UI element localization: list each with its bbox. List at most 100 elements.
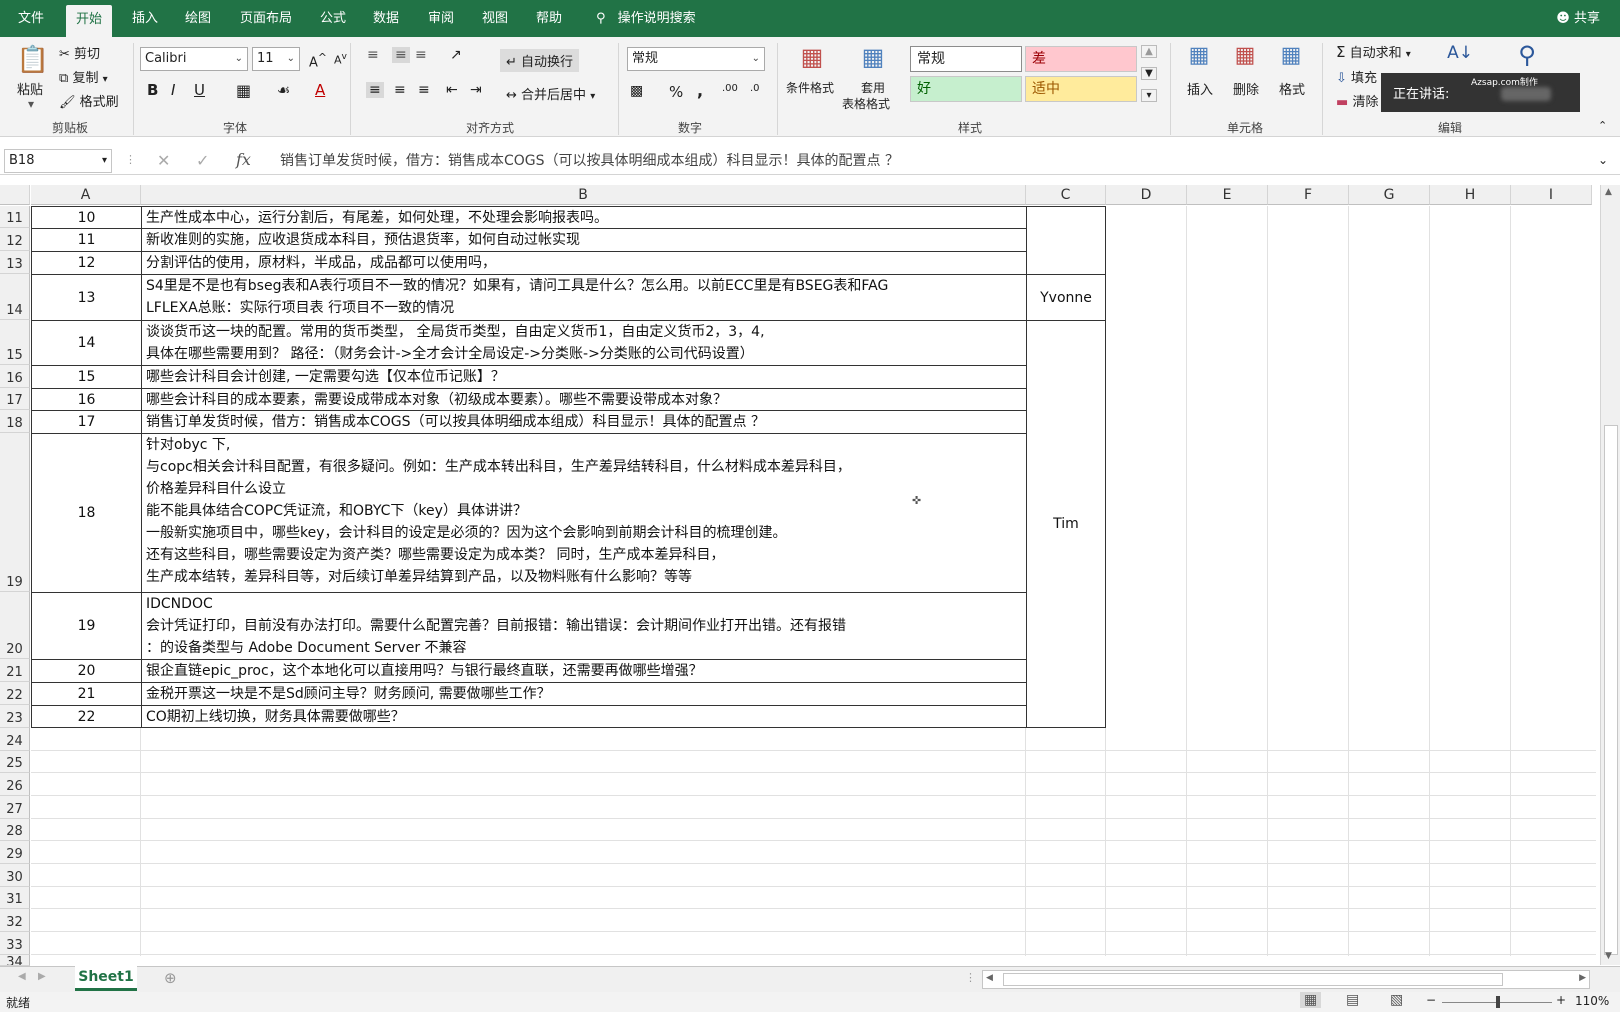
decrease-decimal-icon[interactable]: .0 <box>750 83 760 94</box>
tab-home[interactable]: 开始 <box>66 5 113 37</box>
italic-button[interactable]: I <box>171 81 175 99</box>
column-header-i[interactable]: I <box>1511 185 1592 205</box>
paste-dropdown[interactable]: ▾ <box>28 97 34 111</box>
decrease-indent-icon[interactable]: ⇤ <box>446 82 458 98</box>
cell-a11[interactable]: 10 <box>32 207 142 229</box>
increase-indent-icon[interactable]: ⇥ <box>470 82 482 98</box>
row-header-14[interactable]: 14 <box>0 274 30 320</box>
scroll-up-icon[interactable]: ▲ <box>1605 187 1612 197</box>
cell-b19[interactable]: 针对obyc 下, 与copc相关会计科目配置，有很多疑问。例如：生产成本转出科… <box>142 434 1027 593</box>
cell-b22[interactable]: 金税开票这一块是不是Sd顾问主导？财务顾问, 需要做哪些工作？ <box>142 683 1027 706</box>
currency-icon[interactable]: ▩ <box>630 83 643 99</box>
cell-a14[interactable]: 13 <box>32 275 142 321</box>
scroll-down-icon[interactable]: ▼ <box>1605 951 1612 961</box>
row-header-18[interactable]: 18 <box>0 410 30 433</box>
fill-button[interactable]: ⇩ 填充 <box>1336 67 1377 86</box>
column-header-h[interactable]: H <box>1430 185 1511 205</box>
row-header-17[interactable]: 17 <box>0 388 30 410</box>
format-painter-button[interactable]: 🖌 格式刷 <box>59 91 119 110</box>
percent-button[interactable]: % <box>669 83 683 101</box>
cell-a17[interactable]: 16 <box>32 389 142 411</box>
page-layout-icon[interactable]: ▤ <box>1346 992 1359 1008</box>
cell-a21[interactable]: 20 <box>32 660 142 683</box>
prev-sheet-icon[interactable]: ◀ <box>18 971 26 982</box>
merge-center-button[interactable]: ↔ 合并后居中 ▾ <box>506 84 595 103</box>
tab-page-layout[interactable]: 页面布局 <box>230 0 302 37</box>
row-header-11[interactable]: 11 <box>0 206 30 228</box>
conditional-format-icon[interactable]: ▦ <box>795 43 829 75</box>
cell-a20[interactable]: 19 <box>32 593 142 660</box>
row-header-27[interactable]: 27 <box>0 796 30 819</box>
collapse-ribbon-icon[interactable]: ⌃ <box>1598 119 1607 132</box>
row-header-29[interactable]: 29 <box>0 841 30 864</box>
row-header-25[interactable]: 25 <box>0 751 30 773</box>
copy-button[interactable]: ⧉ 复制 ▾ <box>59 67 108 86</box>
row-header-26[interactable]: 26 <box>0 773 30 796</box>
tab-insert[interactable]: 插入 <box>122 0 168 37</box>
cell-a15[interactable]: 14 <box>32 321 142 366</box>
cell-a13[interactable]: 12 <box>32 252 142 275</box>
column-header-e[interactable]: E <box>1187 185 1268 205</box>
format-as-table-label-2[interactable]: 表格格式 <box>842 95 890 112</box>
increase-decimal-icon[interactable]: .00 <box>722 83 738 94</box>
shrink-font-button[interactable]: Av <box>334 51 347 67</box>
row-header-15[interactable]: 15 <box>0 320 30 365</box>
column-header-b[interactable]: B <box>141 185 1026 205</box>
formula-input[interactable]: 销售订单发货时候，借方：销售成本COGS（可以按具体明细成本组成）科目显示！具体… <box>280 147 899 175</box>
cell-a23[interactable]: 22 <box>32 706 142 727</box>
row-header-24[interactable]: 24 <box>0 728 30 751</box>
cut-button[interactable]: ✂ 剪切 <box>59 43 100 62</box>
next-sheet-icon[interactable]: ▶ <box>38 971 46 982</box>
row-header-33[interactable]: 33 <box>0 932 30 955</box>
grow-font-button[interactable]: A^ <box>309 51 327 70</box>
zoom-level[interactable]: 110% <box>1575 994 1609 1008</box>
cell-b18[interactable]: 销售订单发货时候，借方：销售成本COGS（可以按具体明细成本组成）科目显示！具体… <box>142 411 1027 434</box>
delete-cells-icon[interactable]: ▦ <box>1229 43 1261 75</box>
align-right-icon[interactable]: ≡ <box>418 82 430 98</box>
cell-c15-23[interactable]: Tim <box>1027 321 1105 727</box>
sheet-tab-sheet1[interactable]: Sheet1 <box>75 966 137 991</box>
row-header-28[interactable]: 28 <box>0 819 30 841</box>
format-cells-icon[interactable]: ▦ <box>1275 43 1307 75</box>
share-button[interactable]: ☻ 共享 <box>1556 0 1600 37</box>
cell-b20[interactable]: IDCNDOC 会计凭证打印，目前没有办法打印。需要什么配置完善？目前报错：输出… <box>142 593 1027 660</box>
sort-filter-icon[interactable]: A↓ <box>1445 43 1475 69</box>
styles-scroll-down[interactable]: ▼ <box>1141 67 1157 80</box>
format-as-table-label-1[interactable]: 套用 <box>861 79 885 96</box>
format-cells-button[interactable]: 格式 <box>1279 79 1305 98</box>
row-header-16[interactable]: 16 <box>0 365 30 388</box>
cell-a18[interactable]: 17 <box>32 411 142 434</box>
select-all-corner[interactable] <box>0 185 30 205</box>
style-neutral[interactable]: 适中 <box>1025 76 1137 102</box>
zoom-slider-thumb[interactable] <box>1496 996 1500 1008</box>
tab-formulas[interactable]: 公式 <box>310 0 356 37</box>
tab-view[interactable]: 视图 <box>472 0 518 37</box>
align-middle-icon[interactable]: ≡ <box>392 47 410 63</box>
cell-b13[interactable]: 分割评估的使用，原材料，半成品，成品都可以使用吗， <box>142 252 1027 275</box>
vertical-scroll-thumb[interactable] <box>1604 425 1618 955</box>
bold-button[interactable]: B <box>147 81 158 99</box>
row-header-34[interactable]: 34 <box>0 955 30 966</box>
styles-more[interactable]: ▾ <box>1141 89 1157 102</box>
cell-b23[interactable]: CO期初上线切换，财务具体需要做哪些？ <box>142 706 1027 727</box>
tab-help[interactable]: 帮助 <box>526 0 572 37</box>
row-header-13[interactable]: 13 <box>0 251 30 274</box>
cell-b14[interactable]: S4里是不是也有bseg表和A表行项目不一致的情况？如果有，请问工具是什么？怎么… <box>142 275 1027 321</box>
cell-a19[interactable]: 18 <box>32 434 142 593</box>
cell-a22[interactable]: 21 <box>32 683 142 706</box>
normal-view-icon[interactable]: ▦ <box>1300 992 1322 1008</box>
autosum-button[interactable]: Σ 自动求和 ▾ <box>1336 42 1411 61</box>
cell-a12[interactable]: 11 <box>32 229 142 252</box>
zoom-in-icon[interactable]: + <box>1556 993 1566 1007</box>
find-select-icon[interactable]: ⚲ <box>1512 41 1542 71</box>
cell-b17[interactable]: 哪些会计科目的成本要素，需要设成带成本对象（初级成本要素）。哪些不需要设带成本对… <box>142 389 1027 411</box>
cell-b11[interactable]: 生产性成本中心，运行分割后，有尾差，如何处理，不处理会影响报表吗。 <box>142 207 1027 229</box>
styles-scroll-up[interactable]: ▲ <box>1141 45 1157 58</box>
comma-button[interactable]: , <box>697 81 703 100</box>
horizontal-scroll-thumb[interactable] <box>1003 973 1503 986</box>
cell-c11-13[interactable] <box>1027 207 1105 275</box>
cancel-icon[interactable]: ✕ <box>157 151 170 170</box>
tab-review[interactable]: 审阅 <box>418 0 464 37</box>
cell-c14[interactable]: Yvonne <box>1027 275 1105 321</box>
cell-b15[interactable]: 谈谈货币这一块的配置。常用的货币类型， 全局货币类型，自由定义货币1，自由定义货… <box>142 321 1027 366</box>
